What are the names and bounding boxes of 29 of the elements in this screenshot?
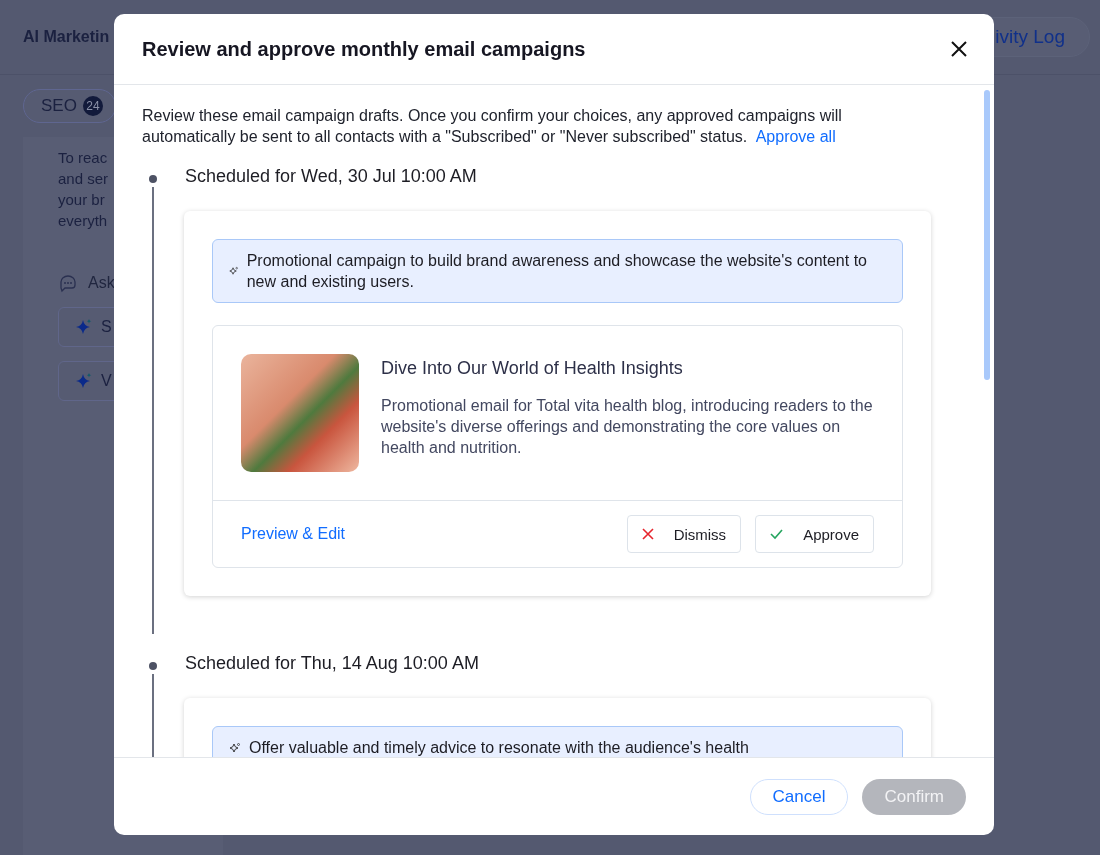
summary-text: Promotional campaign to build brand awareness and showcase the website's content to new and existing users. bbox=[246, 251, 868, 292]
close-icon bbox=[641, 528, 654, 540]
intro-text: Review these email campaign drafts. Once you confirm your choices, any approved campaigns will automatically be sent to all contacts with a "Subscribed" or "Never subscribed" status. Approve all bbox=[142, 106, 843, 147]
timeline-dot bbox=[149, 662, 157, 670]
dismiss-button[interactable]: Dismiss bbox=[626, 515, 742, 553]
approve-button[interactable]: Approve bbox=[755, 515, 874, 553]
panel-text: and ser bbox=[58, 169, 109, 189]
app-title: AI Marketin bbox=[23, 28, 110, 46]
check-icon bbox=[770, 528, 784, 540]
panel-text: To reac bbox=[58, 148, 108, 168]
timeline-dot bbox=[149, 175, 157, 183]
sparkle-icon bbox=[229, 265, 239, 277]
ask-label: Ask bbox=[88, 274, 115, 292]
scrollbar[interactable] bbox=[984, 90, 990, 380]
email-title: Dive Into Our World of Health Insights bbox=[381, 358, 684, 379]
schedule-heading: Scheduled for Thu, 14 Aug 10:00 AM bbox=[184, 653, 480, 674]
schedule-heading: Scheduled for Wed, 30 Jul 10:00 AM bbox=[184, 166, 478, 187]
summary-text: Offer valuable and timely advice to resonate with the audience's health bbox=[249, 738, 749, 757]
email-description: Promotional email for Total vita health blog, introducing readers to the website's diverse offerings and demonstrating the core values on health and nutrition. bbox=[381, 396, 874, 458]
seo-tab[interactable]: SEO 24 bbox=[23, 89, 116, 123]
sparkle-icon bbox=[229, 741, 241, 754]
chat-bot-icon bbox=[58, 273, 78, 293]
panel-text: everyth bbox=[58, 211, 108, 231]
panel-text: your br bbox=[58, 190, 105, 210]
dialog-title: Review and approve monthly email campaigns bbox=[142, 37, 586, 61]
count-badge: 24 bbox=[82, 96, 103, 116]
preview-edit-link[interactable]: Preview & Edit bbox=[241, 525, 346, 543]
cancel-button[interactable]: Cancel bbox=[749, 778, 849, 815]
approve-all-link[interactable]: Approve all bbox=[755, 128, 836, 145]
